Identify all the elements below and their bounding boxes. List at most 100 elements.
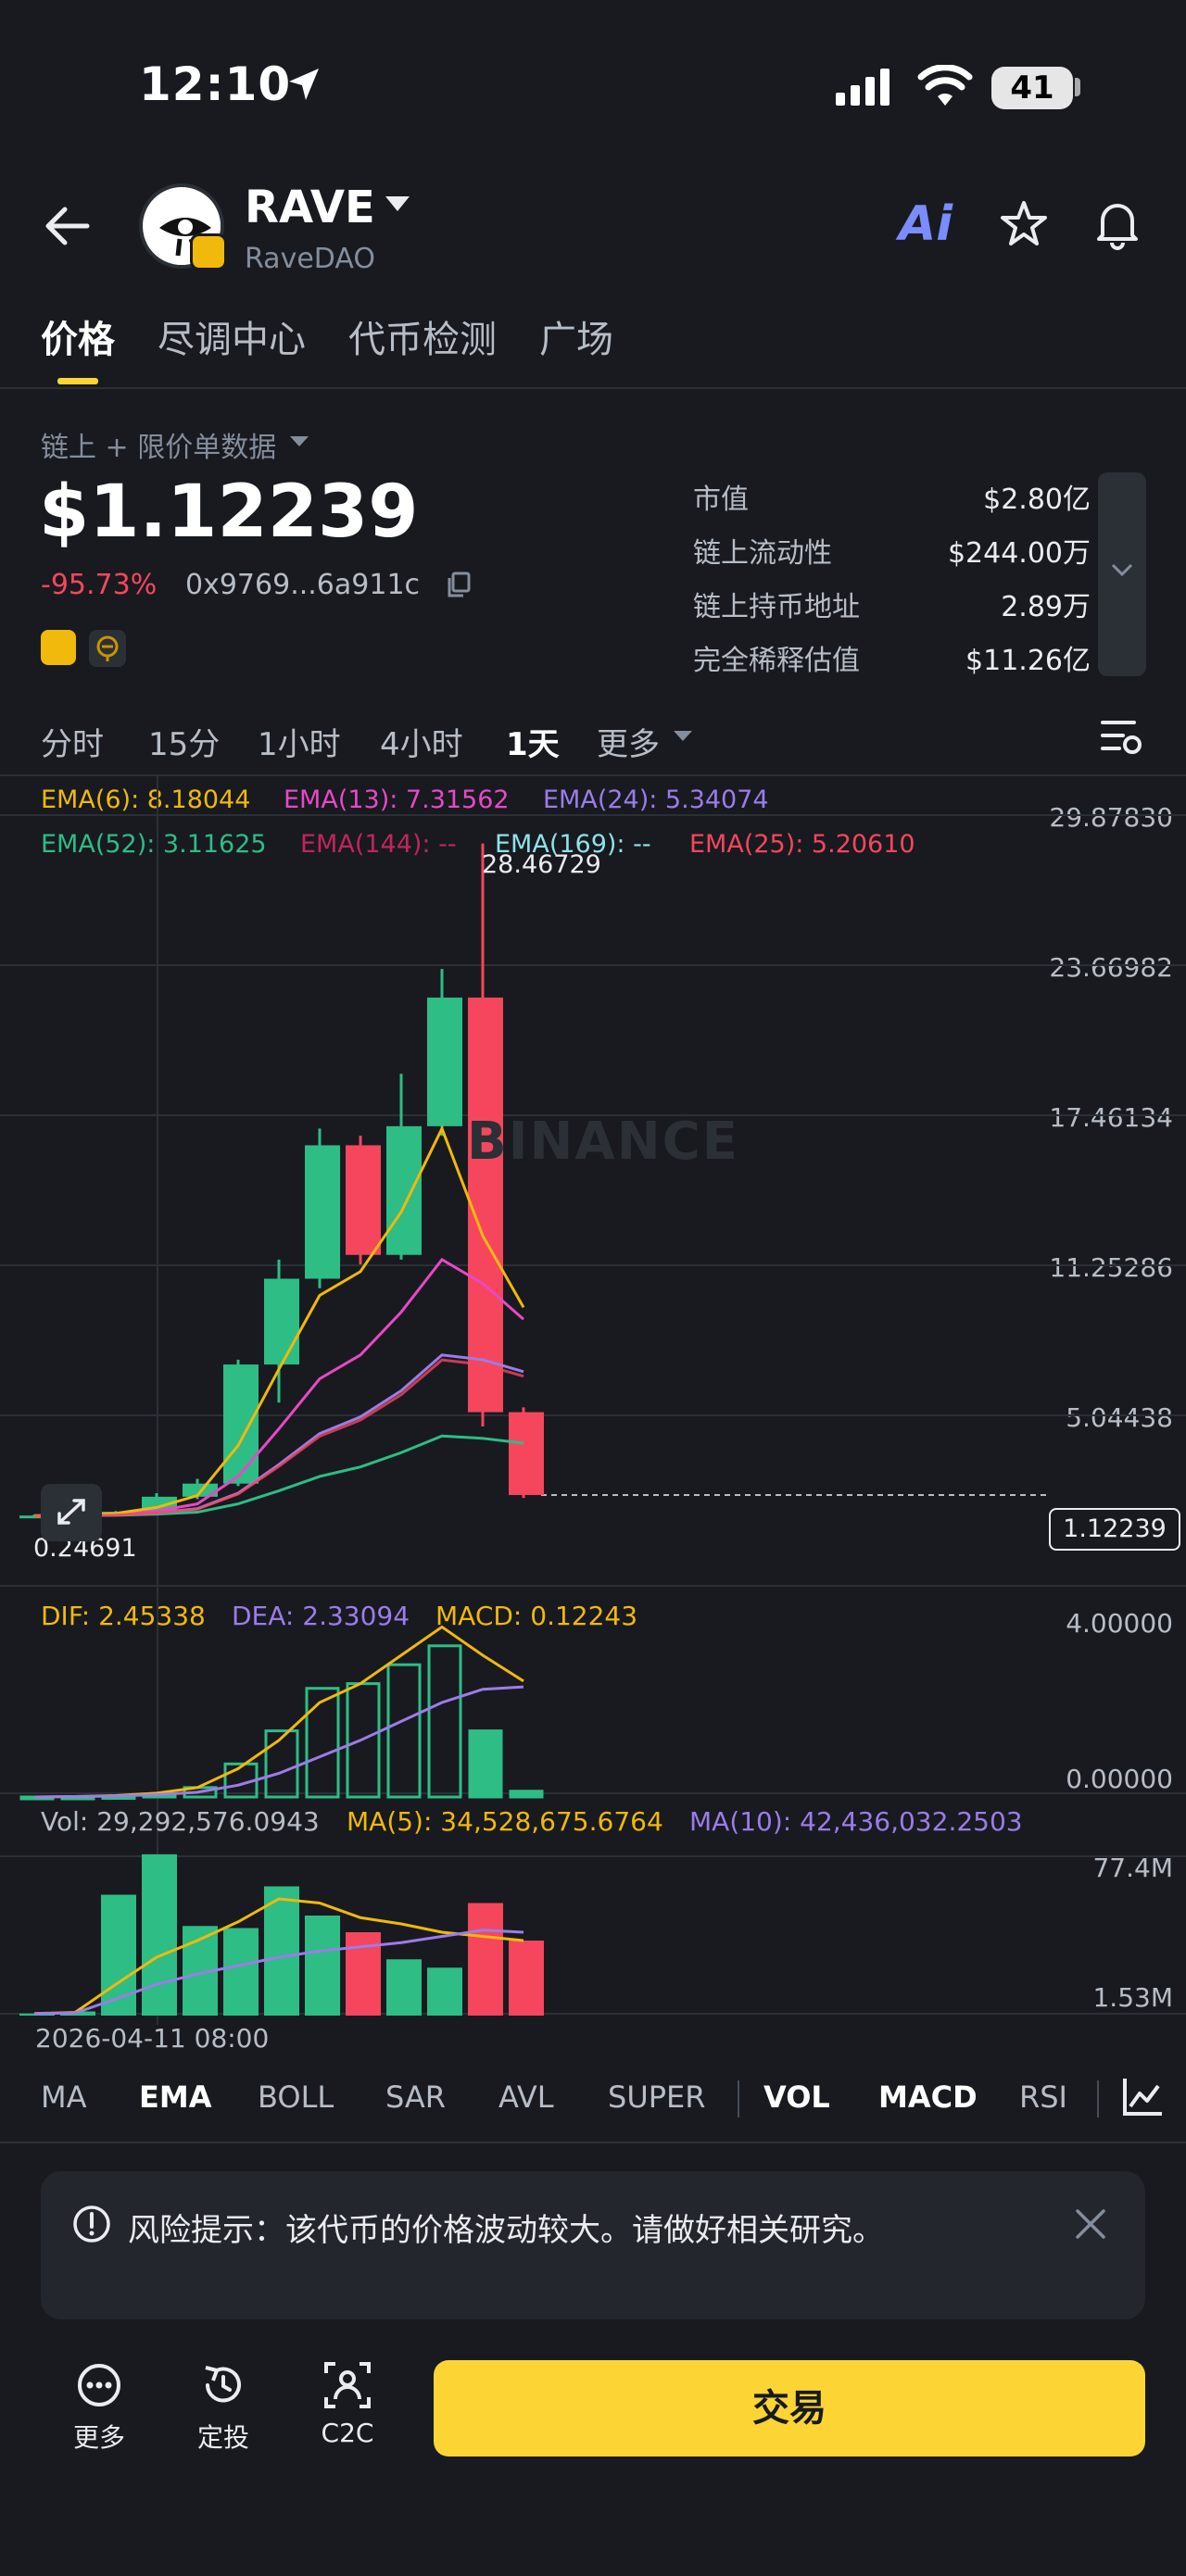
expand-icon xyxy=(57,1499,85,1525)
trade-button[interactable]: 交易 xyxy=(434,2360,1145,2457)
indicator-vol[interactable]: VOL xyxy=(763,2080,830,2115)
high-price-label: 28.46729 xyxy=(482,850,601,879)
candle-body xyxy=(264,1278,299,1365)
c2c-users-icon[interactable] xyxy=(322,2360,372,2410)
stat-label-holders: 链上持币地址 xyxy=(693,591,860,623)
volume-bar xyxy=(305,1916,340,2016)
notification-bell-icon[interactable] xyxy=(1093,198,1142,250)
price-change: -95.73% xyxy=(41,569,158,601)
token-name[interactable]: RAVE xyxy=(245,182,375,233)
macd-histogram-bar xyxy=(509,1790,544,1799)
macd-histogram-bar xyxy=(386,1663,422,1799)
stats-expand-button[interactable] xyxy=(1098,472,1146,676)
tabs-divider xyxy=(0,387,1186,389)
token-switch-dropdown-icon[interactable] xyxy=(384,195,411,215)
chevron-down-icon[interactable] xyxy=(289,435,309,448)
timeframe-1d[interactable]: 1天 xyxy=(506,719,560,764)
candle-body xyxy=(223,1364,259,1484)
chevron-down-icon xyxy=(1111,563,1133,577)
candle-body xyxy=(509,1412,544,1495)
volume-ma5-legend: MA(5): 34,528,675.6764 xyxy=(347,1806,663,1837)
stat-value-fdv: $11.26亿 xyxy=(965,645,1091,677)
ai-assistant-icon[interactable]: Ai xyxy=(899,196,953,252)
macd-value-legend: MACD: 0.12243 xyxy=(435,1601,638,1631)
data-source-selector[interactable]: 链上 + 限价单数据 xyxy=(41,424,276,465)
stat-label-market-cap: 市值 xyxy=(693,484,749,516)
token-full-name: RaveDAO xyxy=(245,243,375,275)
bottom-c2c-label[interactable]: C2C xyxy=(306,2418,389,2448)
timeframe-line[interactable]: 分时 xyxy=(41,719,104,764)
stat-value-holders: 2.89万 xyxy=(1001,591,1091,623)
macd-axis-label: 4.00000 xyxy=(1066,1608,1173,1639)
bottom-dca-label[interactable]: 定投 xyxy=(182,2418,265,2455)
indicator-boll[interactable]: BOLL xyxy=(258,2080,334,2115)
contract-address: 0x9769...6a911c xyxy=(185,569,421,601)
close-icon[interactable] xyxy=(1075,2208,1106,2240)
indicator-super[interactable]: SUPER xyxy=(608,2080,705,2115)
indicator-avl[interactable]: AVL xyxy=(498,2080,554,2115)
battery-tip xyxy=(1075,78,1080,96)
macd-histogram-bar xyxy=(468,1729,503,1799)
volume-axis-label: 1.53M xyxy=(1092,1982,1173,2013)
bottom-more-label[interactable]: 更多 xyxy=(57,2418,141,2455)
indicator-ma[interactable]: MA xyxy=(41,2080,87,2115)
macd-axis-label: 0.00000 xyxy=(1066,1764,1173,1794)
indicator-ema[interactable]: EMA xyxy=(139,2080,211,2115)
chart-settings-icon[interactable] xyxy=(1101,717,1143,758)
indicator-sar[interactable]: SAR xyxy=(385,2080,446,2115)
bnb-chain-badge-icon xyxy=(190,233,227,270)
binance-watermark: BINANCE xyxy=(467,1112,739,1172)
candle-body xyxy=(305,1145,340,1279)
candle-body xyxy=(427,997,462,1126)
timeframe-1h[interactable]: 1小时 xyxy=(258,719,341,764)
home-indicator-area xyxy=(0,2501,1186,2576)
x-axis-date: 2026-04-11 08:00 xyxy=(35,2023,270,2054)
indicators-divider xyxy=(0,2142,1186,2143)
macd-dea-legend: DEA: 2.33094 xyxy=(232,1601,410,1631)
ema52-line xyxy=(33,1434,524,1517)
macd-dif-line xyxy=(33,1625,524,1799)
tab-due-diligence[interactable]: 尽调中心 xyxy=(158,309,306,363)
more-menu-icon[interactable] xyxy=(76,2362,122,2408)
macd-histogram-bar xyxy=(264,1729,299,1799)
back-arrow-icon[interactable] xyxy=(43,206,91,246)
stat-value-market-cap: $2.80亿 xyxy=(983,484,1091,516)
volume-bar xyxy=(509,1941,544,2016)
indicator-macd[interactable]: MACD xyxy=(878,2080,978,2115)
timeframe-more[interactable]: 更多 xyxy=(597,719,660,764)
warning-info-icon xyxy=(73,2205,110,2243)
volume-axis-label: 77.4M xyxy=(1092,1853,1173,1883)
copy-icon[interactable] xyxy=(445,571,473,598)
battery-indicator: 41 xyxy=(991,67,1073,109)
current-price: $1.12239 xyxy=(39,471,419,554)
tab-square[interactable]: 广场 xyxy=(539,309,613,363)
fullscreen-button[interactable] xyxy=(41,1484,102,1541)
wifi-icon xyxy=(917,65,973,106)
macd-histogram-bar xyxy=(305,1687,340,1799)
tab-token-check[interactable]: 代币检测 xyxy=(348,309,497,363)
recurring-buy-icon[interactable] xyxy=(198,2360,248,2410)
candle-body xyxy=(386,1125,422,1255)
chevron-down-icon[interactable] xyxy=(673,730,693,743)
indicator-rsi[interactable]: RSI xyxy=(1019,2080,1067,2115)
favorite-star-icon[interactable] xyxy=(999,200,1049,248)
last-price-tag: 1.12239 xyxy=(1049,1508,1180,1551)
volume-bar xyxy=(386,1959,422,2016)
tab-active-indicator xyxy=(57,378,98,384)
tab-price[interactable]: 价格 xyxy=(41,309,115,363)
macd-dif-legend: DIF: 2.45338 xyxy=(41,1601,206,1631)
macd-histogram-bar xyxy=(427,1644,462,1799)
volume-ma10-legend: MA(10): 42,436,032.2503 xyxy=(689,1806,1023,1837)
candle-body xyxy=(468,997,503,1413)
timeframe-15m[interactable]: 15分 xyxy=(148,719,220,764)
timeframe-4h[interactable]: 4小时 xyxy=(380,719,463,764)
volume-bar xyxy=(427,1967,462,2016)
kline-chart[interactable] xyxy=(0,774,1186,2043)
indicator-settings-icon[interactable] xyxy=(1121,2075,1164,2119)
stat-value-liquidity: $244.00万 xyxy=(947,537,1091,570)
cellular-signal-icon xyxy=(836,69,890,106)
bnb-chain-tag-icon[interactable] xyxy=(41,630,76,665)
candle-body xyxy=(346,1145,381,1255)
indicator-divider xyxy=(1097,2080,1099,2117)
security-shield-icon[interactable] xyxy=(89,630,126,667)
